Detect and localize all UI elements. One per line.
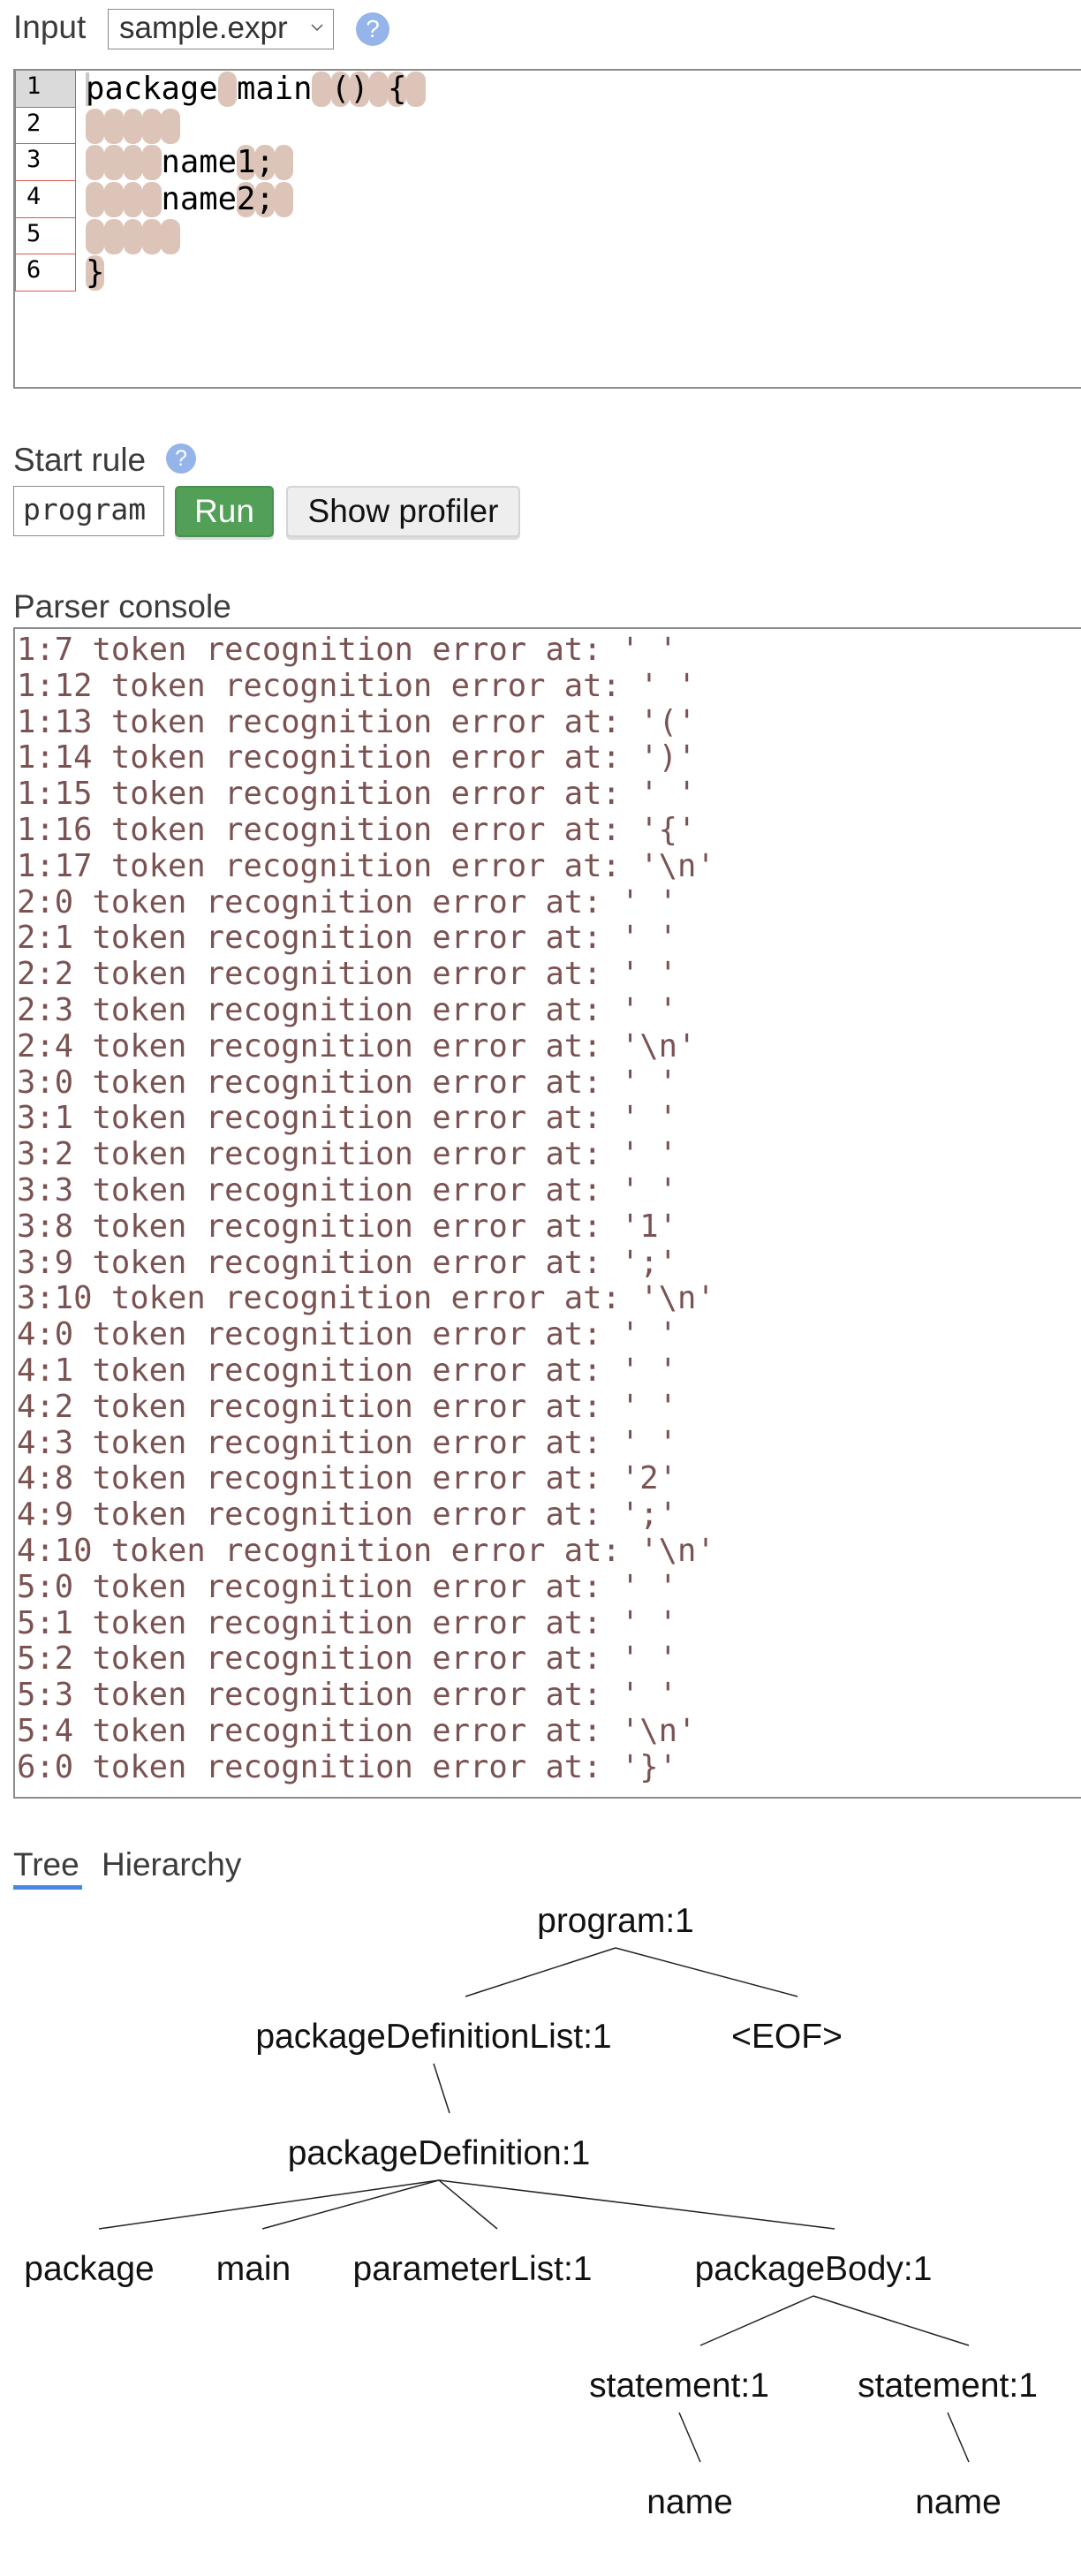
tree-node-name2[interactable]: name: [915, 2483, 1002, 2521]
line-number: 6: [15, 254, 76, 292]
console-line: 3:9 token recognition error at: ';': [17, 1244, 678, 1281]
code-editor[interactable]: 123456 package main () { name1; name2; }: [13, 69, 1081, 389]
tab-hierarchy[interactable]: Hierarchy: [102, 1846, 241, 1883]
tree-edge: [261, 2179, 440, 2230]
tree-node-pd[interactable]: packageDefinition:1: [288, 2134, 591, 2172]
error-token-highlight: [274, 182, 294, 218]
tree-node-name1[interactable]: name: [646, 2483, 733, 2521]
console-line: 5:1 token recognition error at: ' ': [17, 1604, 678, 1641]
console-line: 4:2 token recognition error at: ' ': [17, 1388, 678, 1425]
tree-node-pdl[interactable]: packageDefinitionList:1: [255, 2018, 611, 2056]
console-line: 3:2 token recognition error at: ' ': [17, 1136, 678, 1173]
console-line: 5:4 token recognition error at: '\n': [17, 1712, 697, 1749]
tree-edge: [678, 2412, 701, 2463]
input-file-select-value: sample.expr: [119, 11, 288, 45]
tree-node-kw_package[interactable]: package: [24, 2250, 154, 2288]
code-line[interactable]: name1;: [86, 144, 406, 181]
error-token-highlight: [161, 108, 180, 144]
console-line: 5:3 token recognition error at: ' ': [17, 1677, 678, 1714]
tab-tree[interactable]: Tree: [13, 1846, 79, 1883]
line-number: 5: [15, 217, 76, 255]
code-line[interactable]: [86, 108, 406, 145]
code-line[interactable]: [86, 218, 406, 255]
console-line: 4:1 token recognition error at: ' ': [17, 1352, 678, 1389]
line-number: 3: [15, 144, 76, 182]
console-line: 5:0 token recognition error at: ' ': [17, 1568, 678, 1605]
parser-console[interactable]: 1:7 token recognition error at: ' ' 1:12 …: [13, 627, 1081, 1799]
line-number: 1: [15, 71, 76, 108]
console-line: 3:3 token recognition error at: ' ': [17, 1171, 678, 1208]
console-line: 2:1 token recognition error at: ' ': [17, 920, 678, 957]
chevron-down-icon: [311, 24, 323, 32]
console-line: 4:9 token recognition error at: ';': [17, 1496, 678, 1534]
code-line-text: name1;: [86, 144, 275, 181]
code-line-text: package main () {: [86, 71, 407, 107]
tree-edge: [438, 2179, 498, 2230]
tree-edge: [433, 2063, 450, 2114]
tree-edge: [438, 2179, 835, 2230]
tree-edge: [98, 2179, 440, 2230]
console-line: 3:0 token recognition error at: ' ': [17, 1064, 678, 1101]
input-label: Input: [13, 9, 87, 45]
console-line: 4:3 token recognition error at: ' ': [17, 1424, 678, 1461]
code-line-text: name2;: [86, 181, 275, 218]
console-line: 3:1 token recognition error at: ' ': [17, 1100, 678, 1137]
tree-node-kw_main[interactable]: main: [216, 2250, 291, 2288]
show-profiler-button[interactable]: Show profiler: [286, 486, 520, 537]
console-line: 6:0 token recognition error at: '}': [17, 1748, 678, 1785]
active-tab-indicator: [13, 1885, 82, 1890]
console-line: 1:14 token recognition error at: ')': [17, 739, 697, 777]
console-line: 1:7 token recognition error at: ' ': [17, 632, 678, 668]
error-token-highlight: [161, 218, 180, 254]
start-rule-label: Start rule: [13, 442, 147, 478]
console-line: 3:8 token recognition error at: '1': [17, 1208, 678, 1245]
parse-tree: program:1 packageDefinitionList:1 <EOF> pac…: [24, 1902, 1038, 2521]
console-line: 2:0 token recognition error at: ' ': [17, 883, 678, 921]
console-line: 5:2 token recognition error at: ' ': [17, 1640, 678, 1678]
tree-edge: [813, 2295, 970, 2346]
tree-node-pbody[interactable]: packageBody:1: [695, 2250, 933, 2288]
code-area[interactable]: package main () { name1; name2; }: [86, 71, 426, 292]
tree-node-st2[interactable]: statement:1: [858, 2367, 1038, 2405]
console-line: 1:17 token recognition error at: '\n': [17, 847, 715, 884]
console-line: 4:10 token recognition error at: '\n': [17, 1532, 715, 1569]
console-line: 1:15 token recognition error at: ' ': [17, 776, 697, 813]
line-number: 4: [15, 181, 76, 218]
input-help-icon[interactable]: ?: [356, 12, 389, 46]
console-line: 1:13 token recognition error at: '(': [17, 703, 697, 740]
console-line: 2:3 token recognition error at: ' ': [17, 991, 678, 1028]
console-line: 2:4 token recognition error at: '\n': [17, 1027, 697, 1064]
console-line: 3:10 token recognition error at: '\n': [17, 1280, 715, 1317]
console-line: 2:2 token recognition error at: ' ': [17, 956, 678, 993]
tree-edge: [699, 2295, 814, 2346]
tree-edge: [615, 1947, 798, 1997]
start-rule-help-icon[interactable]: ?: [166, 443, 196, 474]
error-token-highlight: [406, 72, 426, 107]
run-button[interactable]: Run: [175, 486, 274, 537]
code-line[interactable]: package main () {: [86, 71, 426, 108]
console-line: 4:8 token recognition error at: '2': [17, 1460, 678, 1497]
code-line[interactable]: }: [86, 254, 406, 292]
tree-node-program[interactable]: program:1: [537, 1902, 694, 1940]
tree-edge: [947, 2412, 970, 2463]
tree-edge: [465, 1947, 616, 1997]
tree-node-eof[interactable]: <EOF>: [731, 2018, 843, 2056]
console-line: 1:12 token recognition error at: ' ': [17, 667, 697, 704]
console-line: 4:0 token recognition error at: ' ': [17, 1316, 678, 1353]
error-token-highlight: [274, 145, 294, 181]
parser-console-label: Parser console: [13, 588, 231, 625]
code-line[interactable]: name2;: [86, 181, 406, 218]
line-number-gutter: 123456: [15, 71, 76, 292]
code-line-text: }: [86, 254, 105, 292]
input-file-select[interactable]: sample.expr: [108, 9, 334, 49]
start-rule-input[interactable]: program: [13, 486, 164, 536]
tree-node-plist[interactable]: parameterList:1: [353, 2250, 593, 2288]
tree-node-st1[interactable]: statement:1: [589, 2367, 769, 2405]
line-number: 2: [15, 107, 76, 145]
console-line: 1:16 token recognition error at: '{': [17, 811, 697, 848]
